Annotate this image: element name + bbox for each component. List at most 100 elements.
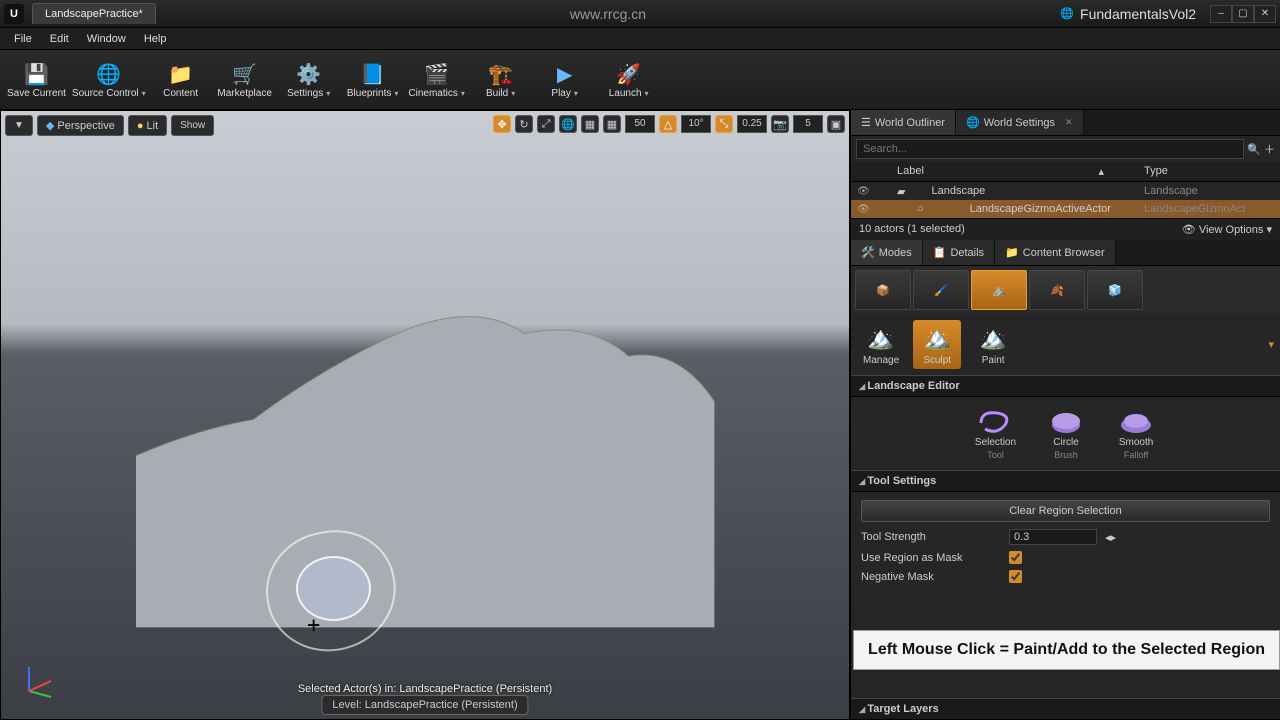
selection-tool-icon bbox=[975, 407, 1015, 435]
angle-snap-icon[interactable]: △ bbox=[659, 115, 677, 133]
document-tab[interactable]: LandscapePractice* bbox=[32, 3, 156, 24]
section-target-layers[interactable]: Target Layers bbox=[851, 698, 1280, 720]
close-button[interactable]: ✕ bbox=[1254, 5, 1276, 23]
mode-paint[interactable]: 🖌️ bbox=[913, 270, 969, 310]
mode-place[interactable]: 📦 bbox=[855, 270, 911, 310]
project-name: FundamentalsVol2 bbox=[1080, 6, 1196, 22]
menu-file[interactable]: File bbox=[6, 30, 40, 48]
launch-button[interactable]: 🚀Launch bbox=[599, 53, 659, 107]
coord-space-icon[interactable]: 🌐 bbox=[559, 115, 577, 133]
visibility-icon[interactable]: 👁 bbox=[857, 204, 871, 215]
grid-snap-value[interactable]: 50 bbox=[625, 115, 655, 133]
content-icon: 📁 bbox=[167, 60, 195, 88]
transform-rotate-icon[interactable]: ↻ bbox=[515, 115, 533, 133]
minimize-button[interactable]: – bbox=[1210, 5, 1232, 23]
settings-button[interactable]: ⚙️Settings bbox=[279, 53, 339, 107]
marketplace-button[interactable]: 🛒Marketplace bbox=[215, 53, 275, 107]
content-button[interactable]: 📁Content bbox=[151, 53, 211, 107]
tool-strength-label: Tool Strength bbox=[861, 531, 1001, 543]
surface-snap-icon[interactable]: ▦ bbox=[581, 115, 599, 133]
outliner-row-landscape[interactable]: 👁 ▰ Landscape Landscape bbox=[851, 182, 1280, 200]
foliage-icon: 🍂 bbox=[1050, 284, 1064, 297]
tab-world-outliner[interactable]: ☰World Outliner bbox=[851, 110, 956, 135]
marketplace-icon: 🛒 bbox=[231, 60, 259, 88]
brush-circle[interactable]: CircleBrush bbox=[1046, 407, 1086, 460]
camera-speed-value[interactable]: 5 bbox=[793, 115, 823, 133]
actor-count: 10 actors (1 selected) bbox=[859, 223, 965, 236]
chevron-down-icon[interactable]: ▾ bbox=[1268, 338, 1274, 351]
menu-window[interactable]: Window bbox=[79, 30, 134, 48]
tool-settings-body: Clear Region Selection Tool Strength ◂▸ U… bbox=[851, 492, 1280, 590]
brush-inner-ring bbox=[296, 556, 371, 621]
tab-modes[interactable]: 🛠️Modes bbox=[851, 240, 923, 265]
build-icon: 🏗️ bbox=[487, 60, 515, 88]
viewport-mode-dropdown[interactable]: ▼ bbox=[5, 115, 33, 136]
mode-foliage[interactable]: 🍂 bbox=[1029, 270, 1085, 310]
visibility-icon[interactable]: 👁 bbox=[857, 186, 871, 197]
viewport-maximize-icon[interactable]: ▣ bbox=[827, 115, 845, 133]
use-region-mask-checkbox[interactable] bbox=[1009, 551, 1022, 564]
modes-tabs: 🛠️Modes 📋Details 📁Content Browser bbox=[851, 240, 1280, 266]
subtab-manage[interactable]: 🏔️Manage bbox=[857, 320, 905, 369]
viewport-toolbar-left: ▼ ◆ Perspective ● Lit Show bbox=[5, 115, 214, 136]
cinematics-icon: 🎬 bbox=[423, 60, 451, 88]
title-bar: U LandscapePractice* www.rrcg.cn 🌐 Funda… bbox=[0, 0, 1280, 28]
landscape-icon: ⛰️ bbox=[992, 284, 1006, 297]
col-type[interactable]: Type bbox=[1144, 165, 1274, 178]
lit-dropdown[interactable]: ● Lit bbox=[128, 115, 167, 136]
add-filter-icon[interactable]: ＋ bbox=[1264, 141, 1275, 157]
angle-snap-value[interactable]: 10° bbox=[681, 115, 711, 133]
landscape-actor-icon: ▰ bbox=[897, 185, 905, 198]
show-dropdown[interactable]: Show bbox=[171, 115, 214, 136]
tab-content-browser[interactable]: 📁Content Browser bbox=[995, 240, 1116, 265]
viewport-3d[interactable]: ▼ ◆ Perspective ● Lit Show ✥ ↻ ⤢ 🌐 ▦ ▦ 5… bbox=[0, 110, 850, 720]
globe-icon: 🌐 bbox=[1060, 7, 1074, 21]
spinner-icon[interactable]: ◂▸ bbox=[1105, 531, 1116, 544]
outliner-header: Label ▴ Type bbox=[851, 162, 1280, 182]
scale-snap-value[interactable]: 0.25 bbox=[737, 115, 767, 133]
mode-geometry[interactable]: 🧊 bbox=[1087, 270, 1143, 310]
build-button[interactable]: 🏗️Build bbox=[471, 53, 531, 107]
outliner-search-input[interactable] bbox=[856, 139, 1244, 159]
clear-region-button[interactable]: Clear Region Selection bbox=[861, 500, 1270, 522]
close-icon[interactable]: ✕ bbox=[1065, 117, 1073, 128]
subtab-sculpt[interactable]: 🏔️Sculpt bbox=[913, 320, 961, 369]
search-icon[interactable]: 🔍 bbox=[1247, 143, 1261, 156]
falloff-smooth[interactable]: SmoothFalloff bbox=[1116, 407, 1156, 460]
transform-move-icon[interactable]: ✥ bbox=[493, 115, 511, 133]
outliner-tabs: ☰World Outliner 🌐World Settings✕ bbox=[851, 110, 1280, 136]
tool-strength-input[interactable] bbox=[1009, 529, 1097, 545]
scale-snap-icon[interactable]: ⤡ bbox=[715, 115, 733, 133]
col-label[interactable]: Label bbox=[897, 165, 1098, 178]
subtab-paint[interactable]: 🏔️Paint bbox=[969, 320, 1017, 369]
mode-landscape[interactable]: ⛰️ bbox=[971, 270, 1027, 310]
source-control-button[interactable]: 🌐Source Control bbox=[71, 53, 147, 107]
section-tool-settings[interactable]: Tool Settings bbox=[851, 470, 1280, 492]
level-indicator[interactable]: Level: LandscapePractice (Persistent) bbox=[321, 695, 528, 715]
tab-details[interactable]: 📋Details bbox=[923, 240, 995, 265]
menu-edit[interactable]: Edit bbox=[42, 30, 77, 48]
save-current-button[interactable]: 💾Save Current bbox=[6, 53, 67, 107]
cinematics-button[interactable]: 🎬Cinematics bbox=[407, 53, 467, 107]
negative-mask-checkbox[interactable] bbox=[1009, 570, 1022, 583]
content-browser-icon: 📁 bbox=[1005, 246, 1019, 259]
grid-snap-icon[interactable]: ▦ bbox=[603, 115, 621, 133]
circle-brush-icon bbox=[1046, 407, 1086, 435]
section-landscape-editor[interactable]: Landscape Editor bbox=[851, 375, 1280, 397]
blueprints-button[interactable]: 📘Blueprints bbox=[343, 53, 403, 107]
tab-world-settings[interactable]: 🌐World Settings✕ bbox=[956, 110, 1084, 135]
use-region-mask-label: Use Region as Mask bbox=[861, 552, 1001, 564]
landscape-mesh bbox=[86, 293, 764, 627]
camera-speed-icon[interactable]: 📷 bbox=[771, 115, 789, 133]
axis-gizmo-icon bbox=[21, 659, 61, 699]
maximize-button[interactable]: ▢ bbox=[1232, 5, 1254, 23]
transform-scale-icon[interactable]: ⤢ bbox=[537, 115, 555, 133]
launch-icon: 🚀 bbox=[615, 60, 643, 88]
tool-selection[interactable]: SelectionTool bbox=[975, 407, 1016, 460]
play-button[interactable]: ▶Play bbox=[535, 53, 595, 107]
selected-actor-text: Selected Actor(s) in: LandscapePractice … bbox=[298, 683, 552, 695]
view-options-dropdown[interactable]: 👁 View Options ▾ bbox=[1182, 223, 1272, 236]
menu-help[interactable]: Help bbox=[136, 30, 175, 48]
perspective-dropdown[interactable]: ◆ Perspective bbox=[37, 115, 124, 136]
outliner-row-gizmo[interactable]: 👁 ○ LandscapeGizmoActiveActor LandscapeG… bbox=[851, 200, 1280, 218]
